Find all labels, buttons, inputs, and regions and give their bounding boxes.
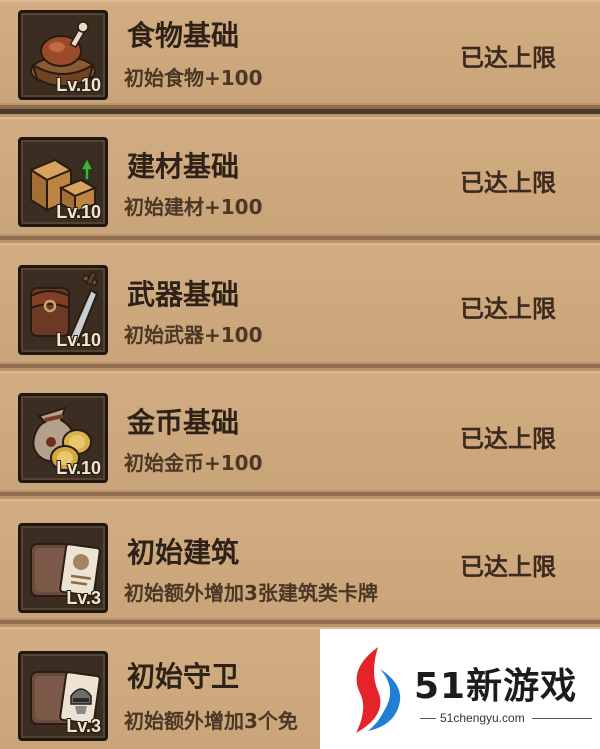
level-label: Lv.3 [66, 588, 101, 608]
status-label: 已达上限 [460, 425, 556, 453]
brand-url: 51chengyu.com [440, 711, 525, 725]
brand-logo-icon [356, 647, 401, 733]
upgrade-row-initial-building[interactable]: Lv.3 初始建筑 初始额外增加3张建筑类卡牌 已达上限 [0, 496, 600, 624]
upgrade-row-gold[interactable]: Lv.10 金币基础 初始金币+100 已达上限 [0, 368, 600, 496]
guard-card-icon: Lv.3 [18, 651, 108, 741]
upgrade-title: 建材基础 [127, 150, 240, 183]
building-card-icon: Lv.3 [18, 523, 108, 613]
weapon-icon: Lv.10 [18, 265, 108, 355]
upgrade-row-building-material[interactable]: Lv.10 建材基础 初始建材+100 已达上限 [0, 114, 600, 240]
upgrade-title: 初始建筑 [127, 536, 240, 569]
status-label: 已达上限 [460, 169, 556, 197]
upgrade-desc: 初始食物+100 [124, 66, 263, 90]
upgrade-desc: 初始建材+100 [124, 195, 263, 219]
upgrade-desc: 初始金币+100 [124, 451, 263, 475]
upgrade-title: 食物基础 [127, 19, 240, 52]
level-label: Lv.10 [56, 75, 101, 95]
upgrade-row-food[interactable]: Lv.10 食物基础 初始食物+100 已达上限 [0, 0, 600, 109]
food-basket-icon: Lv.10 [18, 10, 108, 100]
brand-name: 51新游戏 [414, 666, 578, 707]
status-label: 已达上限 [460, 553, 556, 581]
status-label: 已达上限 [460, 295, 556, 323]
level-label: Lv.10 [56, 330, 101, 350]
upgrade-title: 武器基础 [127, 278, 240, 311]
watermark: 51新游戏 51chengyu.com [320, 629, 600, 749]
upgrade-desc: 初始额外增加3张建筑类卡牌 [124, 581, 378, 605]
level-label: Lv.3 [66, 716, 101, 736]
level-label: Lv.10 [56, 202, 101, 222]
level-label: Lv.10 [56, 458, 101, 478]
divider [420, 718, 436, 719]
building-material-icon: Lv.10 [18, 137, 108, 227]
divider [532, 718, 592, 719]
upgrade-title: 初始守卫 [127, 660, 240, 693]
upgrade-desc: 初始额外增加3个免 [124, 709, 298, 733]
upgrade-list: Lv.10 食物基础 初始食物+100 已达上限 Lv.10 建材基础 初始建材… [0, 0, 600, 749]
gold-coin-bag-icon: Lv.10 [18, 393, 108, 483]
upgrade-desc: 初始武器+100 [124, 323, 263, 347]
status-label: 已达上限 [460, 44, 556, 72]
upgrade-title: 金币基础 [127, 406, 240, 439]
upgrade-row-weapon[interactable]: Lv.10 武器基础 初始武器+100 已达上限 [0, 240, 600, 368]
